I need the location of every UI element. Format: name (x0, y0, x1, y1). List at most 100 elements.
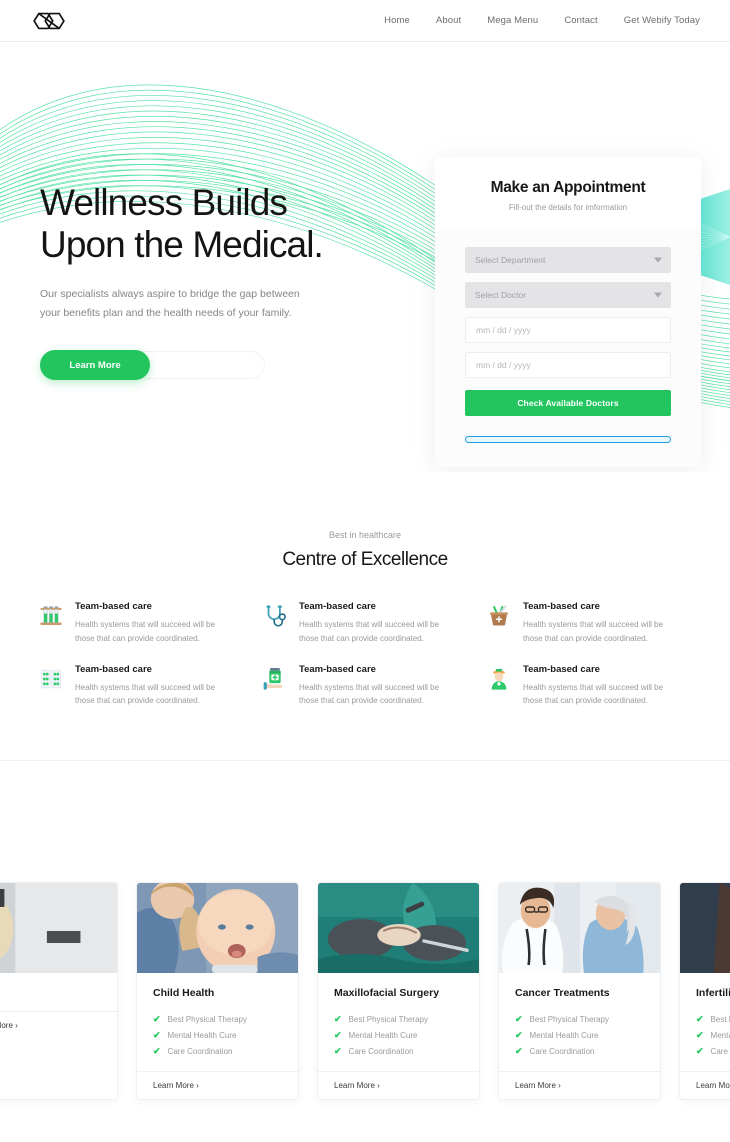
check-icon: ✔ (696, 1029, 704, 1040)
check-icon: ✔ (515, 1029, 523, 1040)
service-card-body: Cancer Treatments ✔ Best Physical Therapy… (499, 973, 660, 1071)
appointment-title: Make an Appointment (490, 179, 646, 196)
stethoscope-icon (266, 605, 286, 627)
feature-description: Health systems that will succeed will be… (75, 682, 216, 706)
section-eyebrow: Best in healthcare (328, 530, 402, 540)
service-feature-label: Care Coordination (529, 1046, 595, 1056)
service-feature-item: ✔ Care Coordination (334, 1043, 463, 1059)
check-icon: ✔ (696, 1045, 704, 1056)
service-feature-label: Mental Health Cure (710, 1030, 730, 1040)
surgeons-operating-photo (318, 883, 479, 973)
check-icon: ✔ (153, 1029, 161, 1040)
feature-title: Team-based care (75, 601, 152, 612)
hero-learn-more-button[interactable]: Learn More (40, 350, 150, 381)
service-card-title: Cancer Treatments (515, 987, 610, 999)
date-from-placeholder: mm / dd / yyyy (476, 325, 531, 335)
feature-title: Team-based care (299, 601, 376, 612)
service-card[interactable]: Cancer Treatments ✔ Best Physical Therapy… (498, 882, 661, 1100)
loading-progress-bar (465, 436, 671, 443)
feature-title: Team-based care (523, 601, 600, 612)
service-feature-list: ✔ Best Physical Therapy ✔ Mental Health Cu… (696, 1011, 730, 1059)
check-icon: ✔ (334, 1045, 342, 1056)
service-card-body: Child Health ✔ Best Physical Therapy ✔ Men… (137, 973, 298, 1071)
service-feature-item: ✔ Best Physical Therapy (696, 1011, 730, 1027)
gloved-hand-medical-photo (0, 883, 117, 973)
feature-item: Team-based care Health systems that will… (262, 601, 468, 646)
feature-text-block: Team-based care Health systems that will… (75, 601, 227, 646)
service-learn-more-link[interactable]: Learn More › (0, 1011, 117, 1039)
service-card-body (0, 973, 117, 1011)
check-available-doctors-button[interactable]: Check Available Doctors (465, 390, 671, 416)
service-feature-label: Mental Health Cure (348, 1030, 418, 1040)
check-icon: ✔ (696, 1013, 704, 1024)
service-learn-more-link[interactable]: Learn More › (680, 1071, 730, 1099)
service-card[interactable]: Learn More › (0, 882, 118, 1100)
service-feature-item: ✔ Best Physical Therapy (153, 1011, 282, 1027)
service-card-title: Maxillofacial Surgery (334, 987, 440, 999)
feature-item: Team-based care Health systems that will… (262, 664, 468, 709)
hero-title: Wellness Builds Upon the Medical. (40, 182, 440, 266)
service-feature-list: ✔ Best Physical Therapy ✔ Mental Health Cu… (334, 1011, 463, 1059)
hero-cta-wrap: Learn More (40, 350, 270, 381)
hero-title-line-1: Wellness Builds (40, 182, 288, 223)
excellence-section: Best in healthcare Centre of Excellence … (0, 472, 730, 761)
service-feature-item: ✔ Mental Health Cure (696, 1027, 730, 1043)
section-divider (0, 760, 730, 761)
services-rail: Learn More › (0, 882, 730, 1100)
select-doctor-value: Select Doctor (475, 290, 527, 300)
check-icon: ✔ (515, 1045, 523, 1056)
date-from-input[interactable]: mm / dd / yyyy (465, 317, 671, 343)
hexagon-infinity-logo-icon (33, 12, 65, 29)
date-to-placeholder: mm / dd / yyyy (476, 360, 531, 370)
nav-item-about[interactable]: About (436, 15, 461, 26)
service-feature-label: Best Physical Therapy (167, 1014, 247, 1024)
test-tubes-icon (40, 606, 62, 625)
appointment-header: Make an Appointment Fill-out the details… (435, 157, 701, 229)
features-grid: Team-based care Health systems that will… (0, 601, 730, 708)
service-feature-list: ✔ Best Physical Therapy ✔ Mental Health Cu… (153, 1011, 282, 1059)
service-feature-item: ✔ Care Coordination (515, 1043, 644, 1059)
medicine-bottle-hand-icon (263, 667, 283, 690)
nav-item-home[interactable]: Home (384, 15, 410, 26)
date-to-input[interactable]: mm / dd / yyyy (465, 352, 671, 378)
check-icon: ✔ (334, 1013, 342, 1024)
feature-text-block: Team-based care Health systems that will… (75, 664, 227, 709)
nav-item-contact[interactable]: Contact (564, 15, 597, 26)
check-icon: ✔ (334, 1029, 342, 1040)
nav-item-get-webify-today[interactable]: Get Webify Today (624, 15, 700, 26)
check-icon: ✔ (153, 1013, 161, 1024)
service-card-body: Infertility Care ✔ Best Physical Therapy … (680, 973, 730, 1071)
service-feature-label: Care Coordination (348, 1046, 414, 1056)
select-doctor-dropdown[interactable]: Select Doctor (465, 282, 671, 308)
service-card-title: Child Health (153, 987, 215, 999)
service-learn-more-link[interactable]: Learn More › (499, 1071, 660, 1099)
service-feature-label: Care Coordination (167, 1046, 233, 1056)
nav-item-mega-menu[interactable]: Mega Menu (487, 15, 538, 26)
feature-description: Health systems that will succeed will be… (299, 620, 440, 643)
chevron-down-icon (654, 257, 662, 263)
feature-item: Team-based care Health systems that will… (486, 664, 692, 709)
service-card[interactable]: Maxillofacial Surgery ✔ Best Physical The… (317, 882, 480, 1100)
service-card[interactable]: Child Health ✔ Best Physical Therapy ✔ Men… (136, 882, 299, 1100)
section-title: Centre of Excellence (282, 549, 448, 570)
main-nav: Home About Mega Menu Contact Get Webify … (384, 15, 700, 26)
hero-content: Wellness Builds Upon the Medical. Our sp… (40, 182, 440, 381)
service-feature-item: ✔ Best Physical Therapy (334, 1011, 463, 1027)
feature-description: Health systems that will succeed will be… (299, 682, 440, 706)
service-feature-label: Care Coordination (710, 1046, 730, 1056)
check-icon: ✔ (515, 1013, 523, 1024)
hands-consultation-photo (680, 883, 730, 973)
service-card[interactable]: Infertility Care ✔ Best Physical Therapy … (679, 882, 730, 1100)
service-feature-item: ✔ Care Coordination (696, 1043, 730, 1059)
service-card-body: Maxillofacial Surgery ✔ Best Physical The… (318, 973, 479, 1071)
service-feature-list: ✔ Best Physical Therapy ✔ Mental Health Cu… (515, 1011, 644, 1059)
feature-text-block: Team-based care Health systems that will… (523, 664, 675, 709)
logo[interactable] (30, 8, 68, 34)
mortar-pestle-icon (490, 605, 508, 626)
service-learn-more-link[interactable]: Learn More › (137, 1071, 298, 1099)
feature-description: Health systems that will succeed will be… (75, 620, 216, 643)
feature-text-block: Team-based care Health systems that will… (299, 601, 451, 646)
service-learn-more-link[interactable]: Learn More › (318, 1071, 479, 1099)
select-department-dropdown[interactable]: Select Department (465, 247, 671, 273)
feature-item: Team-based care Health systems that will… (38, 664, 244, 709)
